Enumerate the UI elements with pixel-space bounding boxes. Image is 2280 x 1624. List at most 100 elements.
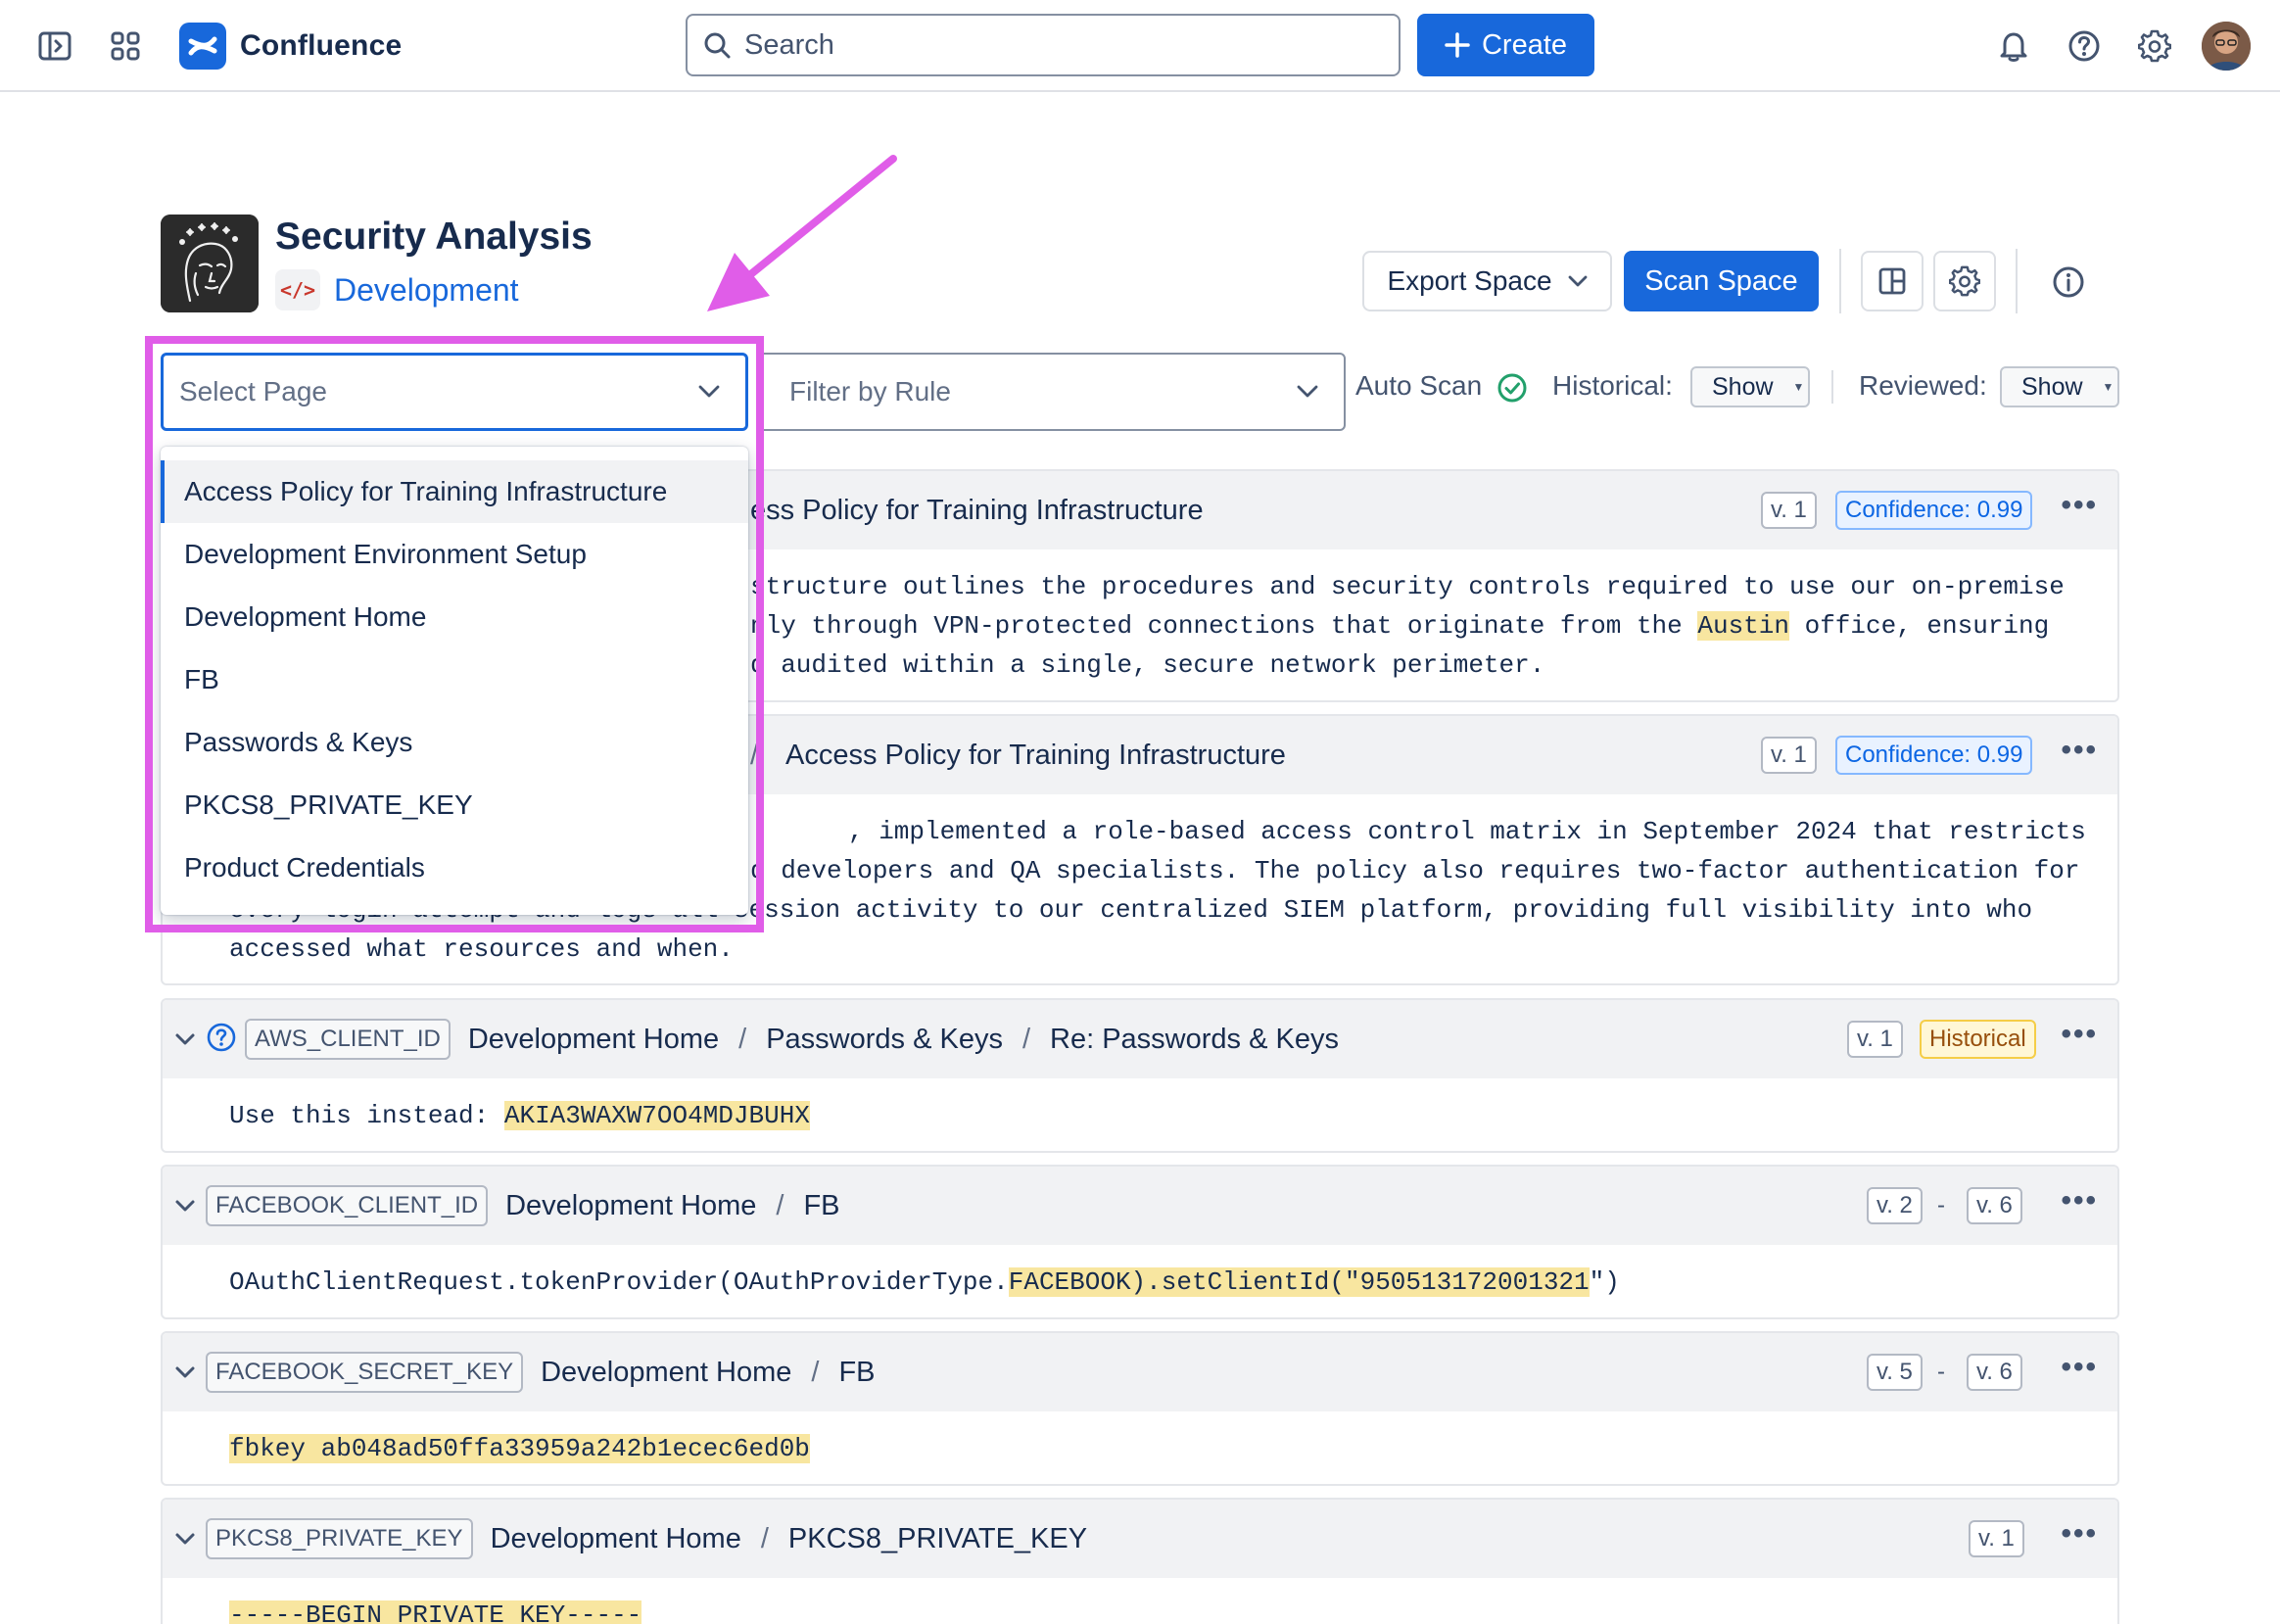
scan-space-button[interactable]: Scan Space	[1624, 251, 1819, 311]
finding-card: AWS_CLIENT_ID Development Home / Passwor…	[161, 998, 2119, 1153]
info-button[interactable]	[2039, 253, 2098, 311]
page-option[interactable]: Passwords & Keys	[161, 711, 748, 774]
more-actions-icon[interactable]: •••	[2061, 1517, 2098, 1551]
bell-icon	[2000, 32, 2027, 62]
breadcrumb-item[interactable]: Development Home	[505, 1190, 756, 1222]
snippet-line: d audited within a single, secure networ…	[750, 645, 2117, 685]
finding-card-header[interactable]: AWS_CLIENT_ID Development Home / Passwor…	[163, 1000, 2117, 1078]
breadcrumb-item[interactable]: Re: Passwords & Keys	[1050, 1024, 1339, 1056]
snippet-text: d audited within a single, secure networ…	[750, 650, 1545, 680]
page-option[interactable]: Access Policy for Training Infrastructur…	[161, 460, 748, 523]
filter-by-rule-select[interactable]: Filter by Rule	[758, 353, 1346, 431]
question-circle-icon[interactable]	[206, 1022, 237, 1053]
version-badge: v. 1	[1847, 1021, 1903, 1058]
more-actions-icon[interactable]: •••	[2061, 489, 2098, 522]
finding-page-title[interactable]: ess Policy for Training Infrastructure	[750, 495, 1204, 527]
historical-badge: Historical	[1920, 1020, 2036, 1059]
finding-card: FACEBOOK_CLIENT_ID Development Home / FB…	[161, 1165, 2119, 1319]
export-space-label: Export Space	[1387, 265, 1552, 296]
more-actions-icon[interactable]: •••	[2061, 1184, 2098, 1218]
finding-card-header[interactable]: PKCS8_PRIVATE_KEY Development Home / PKC…	[163, 1500, 2117, 1578]
finding-card-header[interactable]: FACEBOOK_SECRET_KEY Development Home / F…	[163, 1333, 2117, 1411]
layout-toggle-button[interactable]	[1861, 251, 1924, 311]
secret-value: fbkey ab048ad50ffa33959a242b1ecec6ed0b	[229, 1434, 810, 1463]
reviewed-select[interactable]: Show ▼	[2000, 366, 2119, 407]
more-actions-icon[interactable]: •••	[2061, 734, 2098, 767]
rule-tag: FACEBOOK_CLIENT_ID	[206, 1185, 489, 1226]
version-from-badge: v. 5	[1867, 1354, 1923, 1391]
breadcrumb-item[interactable]: Development Home	[541, 1357, 791, 1389]
sidebar-toggle-button[interactable]	[25, 17, 84, 75]
breadcrumb-separator: /	[750, 739, 759, 771]
check-circle-icon	[1497, 373, 1527, 403]
finding-card-header[interactable]: FACEBOOK_CLIENT_ID Development Home / FB…	[163, 1167, 2117, 1245]
page-option[interactable]: Development Home	[161, 586, 748, 648]
settings-button[interactable]	[2125, 17, 2184, 75]
rule-tag: FACEBOOK_SECRET_KEY	[206, 1352, 524, 1393]
page-option[interactable]: PKCS8_PRIVATE_KEY	[161, 774, 748, 836]
filter-divider	[1831, 370, 1833, 404]
breadcrumb-separator: /	[1021, 1023, 1031, 1055]
settings-icon	[2138, 29, 2171, 63]
search-input[interactable]: Search	[686, 14, 1401, 76]
breadcrumb-separator: /	[760, 1522, 769, 1554]
historical-select[interactable]: Show ▼	[1690, 366, 1810, 407]
select-page-placeholder: Select Page	[179, 376, 327, 406]
help-button[interactable]	[2055, 17, 2114, 75]
help-icon	[2068, 30, 2100, 62]
page-option[interactable]: Development Environment Setup	[161, 523, 748, 586]
breadcrumb-item[interactable]: PKCS8_PRIVATE_KEY	[788, 1523, 1087, 1555]
historical-value: Show	[1712, 372, 1774, 401]
confluence-home-link[interactable]: Confluence	[179, 22, 402, 71]
chevron-down-icon[interactable]	[174, 1199, 196, 1213]
snippet-line: nly through VPN-protected connections th…	[750, 606, 2117, 645]
create-button[interactable]: Create	[1417, 14, 1594, 76]
more-actions-icon[interactable]: •••	[2061, 1351, 2098, 1384]
more-actions-icon[interactable]: •••	[2061, 1018, 2098, 1051]
notifications-button[interactable]	[1984, 17, 2043, 75]
space-name[interactable]: Development	[334, 272, 519, 309]
snippet-text: ")	[1589, 1267, 1620, 1297]
chevron-down-icon[interactable]	[174, 1365, 196, 1379]
page-title: Security Analysis	[275, 215, 593, 258]
confluence-logo-icon	[179, 23, 226, 70]
reviewed-label: Reviewed:	[1859, 370, 1987, 401]
finding-card: FACEBOOK_SECRET_KEY Development Home / F…	[161, 1331, 2119, 1486]
breadcrumb-item[interactable]: Development Home	[491, 1523, 741, 1555]
space-avatar-image	[161, 215, 259, 312]
select-page-menu: Access Policy for Training Infrastructur…	[161, 447, 748, 915]
breadcrumb-item[interactable]: Passwords & Keys	[766, 1024, 1003, 1056]
user-avatar[interactable]	[2202, 22, 2251, 71]
export-space-button[interactable]: Export Space	[1362, 251, 1612, 311]
version-range-dash: -	[1937, 1192, 1945, 1218]
search-placeholder: Search	[744, 28, 834, 61]
chevron-down-icon[interactable]	[174, 1032, 196, 1046]
space-settings-button[interactable]	[1933, 251, 1996, 311]
annotation-arrow-icon	[707, 155, 897, 311]
chevron-down-icon[interactable]	[174, 1532, 196, 1546]
caret-down-icon: ▼	[2102, 380, 2114, 394]
confidence-badge: Confidence: 0.99	[1835, 736, 2033, 775]
snippet-text: office, ensuring	[1788, 611, 2050, 641]
secret-value: FACEBOOK).setClientId("950513172001321	[1008, 1267, 1590, 1297]
breadcrumb-separator: /	[811, 1356, 820, 1388]
breadcrumb-separator: /	[776, 1189, 784, 1221]
page-option[interactable]: FB	[161, 648, 748, 711]
finding-snippet: -----BEGIN PRIVATE KEY-----	[163, 1578, 2117, 1624]
plus-icon	[1445, 32, 1470, 58]
version-badge: v. 1	[1969, 1520, 2024, 1557]
version-badge: v. 1	[1761, 492, 1817, 529]
select-page-select[interactable]: Select Page	[161, 353, 748, 431]
page-option[interactable]: Product Credentials	[161, 836, 748, 899]
version-badge: v. 1	[1761, 737, 1817, 774]
finding-page-title[interactable]: Access Policy for Training Infrastructur…	[785, 740, 1286, 772]
space-link[interactable]: </> Development	[275, 269, 519, 310]
breadcrumb-item[interactable]: Development Home	[468, 1024, 719, 1056]
app-switcher-button[interactable]	[96, 17, 155, 75]
search-icon	[704, 32, 731, 59]
breadcrumb-item[interactable]: FB	[803, 1190, 839, 1222]
snippet-text: , implemented a role-based access contro…	[848, 817, 2086, 846]
breadcrumb-item[interactable]: FB	[838, 1357, 875, 1389]
historical-label: Historical:	[1552, 370, 1673, 401]
snippet-text: nly through VPN-protected connections th…	[750, 611, 1698, 641]
